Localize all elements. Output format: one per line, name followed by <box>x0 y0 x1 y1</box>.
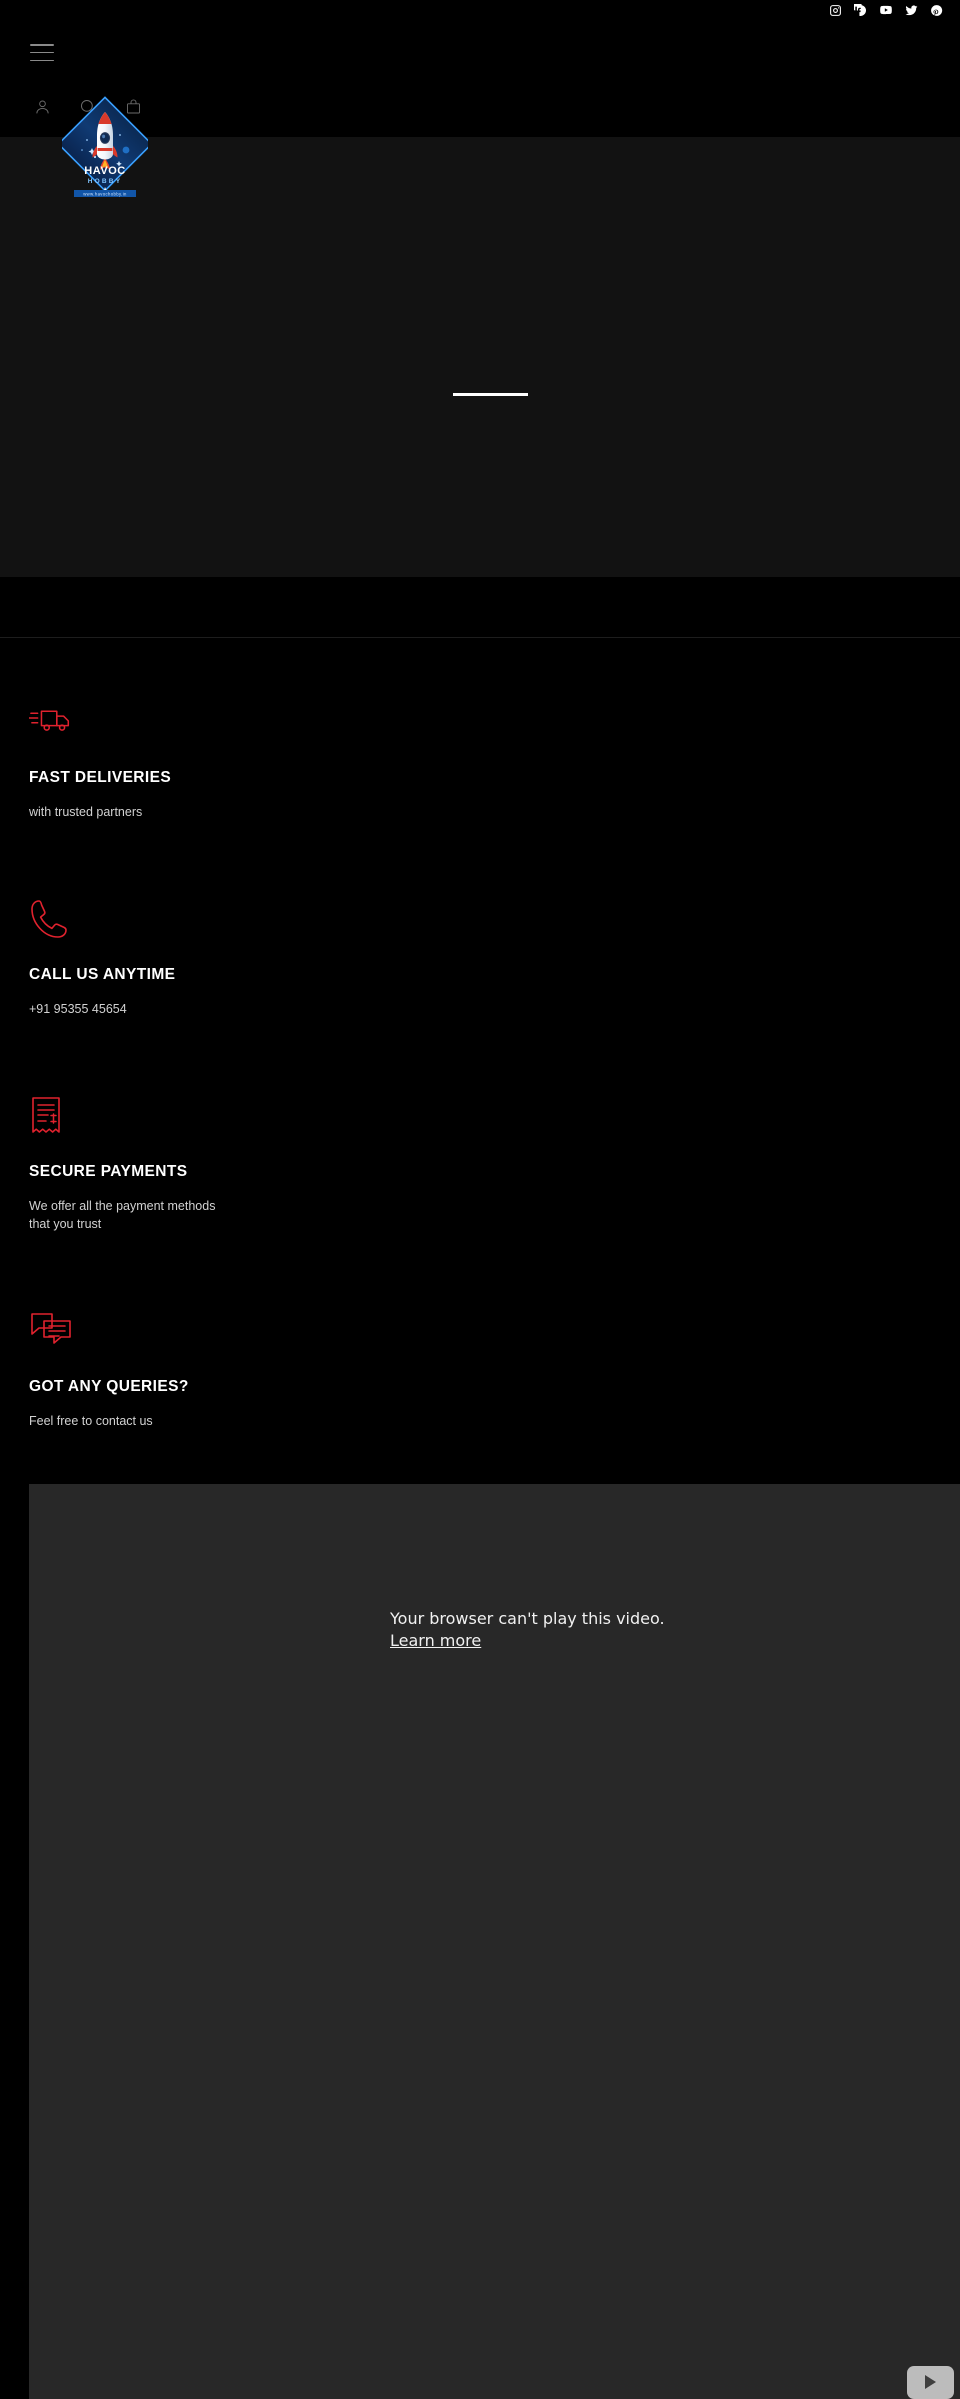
phone-icon <box>29 898 960 944</box>
site-logo[interactable]: HAVOC HOBBY www.havochobby.in <box>62 95 148 201</box>
feature-title: CALL US ANYTIME <box>29 965 176 983</box>
video-error-message: Your browser can't play this video. Lear… <box>390 1608 665 1651</box>
play-button[interactable] <box>907 2365 954 2399</box>
delivery-truck-icon <box>29 701 960 747</box>
chat-bubbles-icon <box>29 1310 960 1356</box>
facebook-icon[interactable] <box>854 3 867 17</box>
instagram-icon[interactable] <box>829 4 842 17</box>
feature-title: FAST DELIVERIES <box>29 769 172 786</box>
menu-icon[interactable] <box>30 44 54 61</box>
site-header: HAVOC HOBBY www.havochobby.in <box>0 20 960 197</box>
logo-url: www.havochobby.in <box>83 192 127 197</box>
feature-subtitle: with trusted partners <box>29 805 143 819</box>
hamburger-bar <box>30 51 54 54</box>
account-icon[interactable] <box>34 98 51 116</box>
feature-item: FAST DELIVERIES with trusted partners <box>29 701 960 822</box>
feature-subtitle: We offer all the payment methods that yo… <box>29 1198 216 1232</box>
feature-subtitle: Feel free to contact us <box>29 1414 153 1428</box>
svg-text:HAVOC: HAVOC <box>84 165 125 177</box>
features-section: FAST DELIVERIES with trusted partners CA… <box>0 638 960 1431</box>
video-error-text: Your browser can't play this video. <box>390 1609 665 1628</box>
feature-title: SECURE PAYMENTS <box>29 1162 188 1180</box>
social-bar <box>0 0 960 20</box>
svg-text:HOBBY: HOBBY <box>88 178 122 185</box>
feature-subtitle: +91 95355 45654 <box>29 1001 127 1016</box>
hero-divider-rule <box>453 393 528 396</box>
pinterest-icon[interactable] <box>930 4 943 17</box>
play-triangle-icon <box>925 2375 936 2390</box>
youtube-icon[interactable] <box>879 3 893 17</box>
hero-section <box>0 137 960 577</box>
hamburger-bar <box>30 59 54 61</box>
twitter-icon[interactable] <box>905 4 918 17</box>
black-spacer <box>0 577 960 637</box>
learn-more-link[interactable]: Learn more <box>390 1631 481 1650</box>
feature-item: GOT ANY QUERIES? Feel free to contact us <box>29 1310 960 1431</box>
hamburger-bar <box>30 44 54 46</box>
feature-item: SECURE PAYMENTS We offer all the payment… <box>29 1095 960 1235</box>
receipt-icon <box>29 1095 960 1141</box>
feature-title: GOT ANY QUERIES? <box>29 1378 189 1395</box>
feature-item: CALL US ANYTIME +91 95355 45654 <box>29 898 960 1019</box>
